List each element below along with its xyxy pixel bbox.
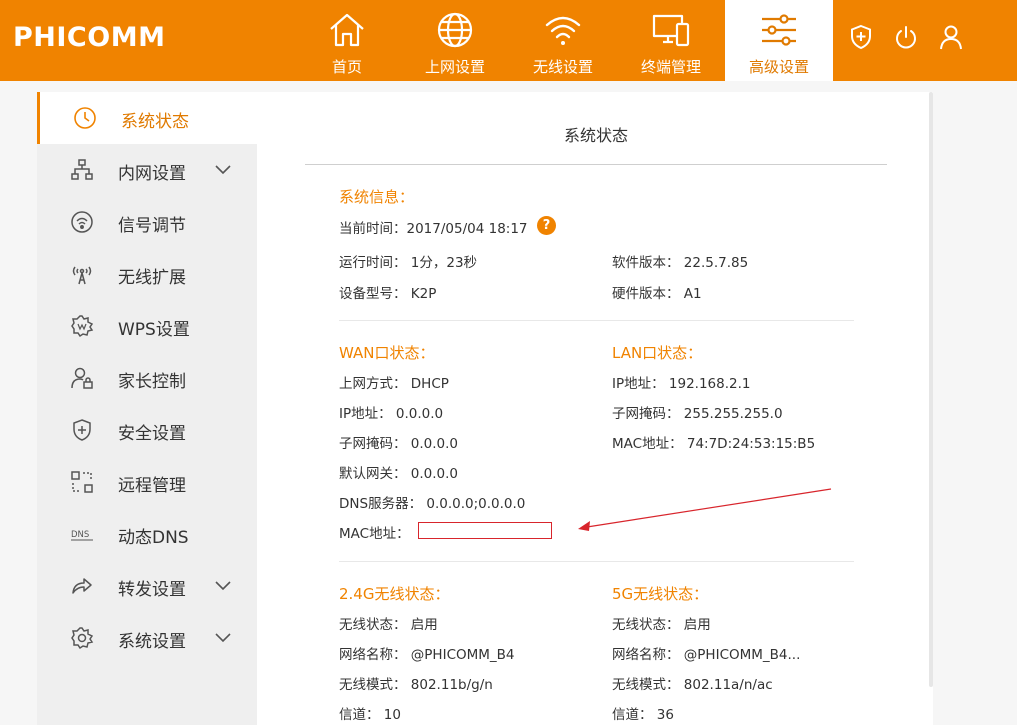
top-right-icons [846,20,965,54]
lan-ip: IP地址： 192.168.2.1 [612,376,751,392]
sidebar: 系统状态 内网设置 信号调节 无线扩展 WPS设置 家长控制 安全设置 远程管理… [37,92,257,725]
hardware-version: 硬件版本： A1 [612,286,702,302]
sidebar-item-label: 安全设置 [118,424,186,444]
wifi-icon [509,10,617,50]
uptime: 运行时间： 1分，23秒 [339,255,478,271]
sidebar-item-label: 系统状态 [121,112,189,132]
sidebar-item-label: 转发设置 [118,580,186,600]
nav-devices-label: 终端管理 [640,58,701,76]
lan-mac: MAC地址： 74:7D:24:53:15:B5 [612,436,816,452]
wifi5-ssid: 网络名称： @PHICOMM_B4... [612,647,801,663]
wan-mode: 上网方式： DHCP [339,376,449,392]
sidebar-item-signal-tuning[interactable]: 信号调节 [37,196,257,248]
shield-icon [70,418,94,442]
page-title: 系统状态 [563,126,628,145]
sidebar-item-label: 家长控制 [118,372,186,392]
signal-icon [70,210,94,234]
sliders-icon [725,10,833,50]
section-divider [339,561,854,562]
lan-mask: 子网掩码： 255.255.255.0 [612,406,783,422]
sidebar-item-remote-management[interactable]: 远程管理 [37,456,257,508]
sidebar-item-label: 内网设置 [118,164,186,184]
chevron-down-icon [215,581,231,591]
sidebar-item-system-settings[interactable]: 系统设置 [37,612,257,664]
sidebar-item-ddns[interactable]: DNS 动态DNS [37,508,257,560]
wan-gateway: 默认网关： 0.0.0.0 [339,466,459,482]
scrollbar[interactable] [929,92,933,687]
wifi24-channel: 信道： 10 [339,707,401,723]
wan-mac-highlight-box [418,522,552,539]
sidebar-item-label: 远程管理 [118,476,186,496]
parental-lock-icon [70,366,94,390]
wifi5-status-heading: 5G无线状态： [612,585,709,603]
forward-icon [70,574,94,598]
sidebar-item-label: 无线扩展 [118,268,186,288]
wifi24-status-heading: 2.4G无线状态： [339,585,450,603]
sidebar-item-forwarding[interactable]: 转发设置 [37,560,257,612]
lan-status-heading: LAN口状态： [612,344,703,362]
wan-status-heading: WAN口状态： [339,344,435,362]
title-divider [305,164,887,165]
clock-icon [73,106,97,130]
globe-icon [401,10,509,50]
remote-icon [70,470,94,494]
nav-device-management[interactable]: 终端管理 [617,0,725,81]
chevron-down-icon [215,633,231,643]
devices-icon [617,10,725,50]
nav-advanced-label: 高级设置 [748,58,809,76]
wan-ip: IP地址： 0.0.0.0 [339,406,444,422]
home-icon [293,10,401,50]
nav-wireless-label: 无线设置 [532,58,593,76]
help-icon[interactable]: ? [537,216,556,235]
current-time: 当前时间：2017/05/04 18:17 [339,221,528,237]
top-bar: PHICOMM 首页 上网设置 无线设置 终端管理 高级设置 [0,0,1017,81]
device-model: 设备型号： K2P [339,286,437,302]
nav-advanced-settings[interactable]: 高级设置 [725,0,833,81]
software-version: 软件版本： 22.5.7.85 [612,255,749,271]
chevron-down-icon [215,165,231,175]
sidebar-item-label: 信号调节 [118,216,186,236]
system-info-heading: 系统信息： [339,188,415,206]
gear-icon [70,626,94,650]
main-nav: 首页 上网设置 无线设置 终端管理 高级设置 [293,0,833,81]
wan-mac-label: MAC地址： [339,526,410,542]
power-icon[interactable] [891,20,920,54]
phicomm-logo: PHICOMM [13,22,166,53]
wifi5-status: 无线状态： 启用 [612,617,711,633]
user-icon[interactable] [936,20,965,54]
nav-home-label: 首页 [331,58,362,76]
wifi5-mode: 无线模式： 802.11a/n/ac [612,677,773,693]
sidebar-item-label: 动态DNS [118,528,189,548]
shield-plus-icon[interactable] [846,20,875,54]
sidebar-item-lan-settings[interactable]: 内网设置 [37,144,257,196]
wifi24-status: 无线状态： 启用 [339,617,438,633]
sidebar-item-system-status[interactable]: 系统状态 [37,92,257,144]
sidebar-item-label: 系统设置 [118,632,186,652]
nav-wireless-settings[interactable]: 无线设置 [509,0,617,81]
nav-home[interactable]: 首页 [293,0,401,81]
sidebar-item-parental-control[interactable]: 家长控制 [37,352,257,404]
sidebar-item-security[interactable]: 安全设置 [37,404,257,456]
wifi24-ssid: 网络名称： @PHICOMM_B4 [339,647,515,663]
wan-dns: DNS服务器： 0.0.0.0;0.0.0.0 [339,496,526,512]
sidebar-item-wps[interactable]: WPS设置 [37,300,257,352]
wireless-extend-icon [70,262,94,286]
wifi5-channel: 信道： 36 [612,707,674,723]
nav-internet-label: 上网设置 [424,58,485,76]
dns-icon: DNS [70,522,94,546]
annotation-arrow [578,488,832,531]
network-icon [70,158,94,182]
sidebar-item-label: WPS设置 [118,320,190,340]
wan-mask: 子网掩码： 0.0.0.0 [339,436,459,452]
wifi24-mode: 无线模式： 802.11b/g/n [339,677,493,693]
svg-text:DNS: DNS [71,530,89,540]
nav-internet-settings[interactable]: 上网设置 [401,0,509,81]
sidebar-item-wireless-extend[interactable]: 无线扩展 [37,248,257,300]
wps-gear-icon [70,314,94,338]
section-divider [339,320,854,321]
